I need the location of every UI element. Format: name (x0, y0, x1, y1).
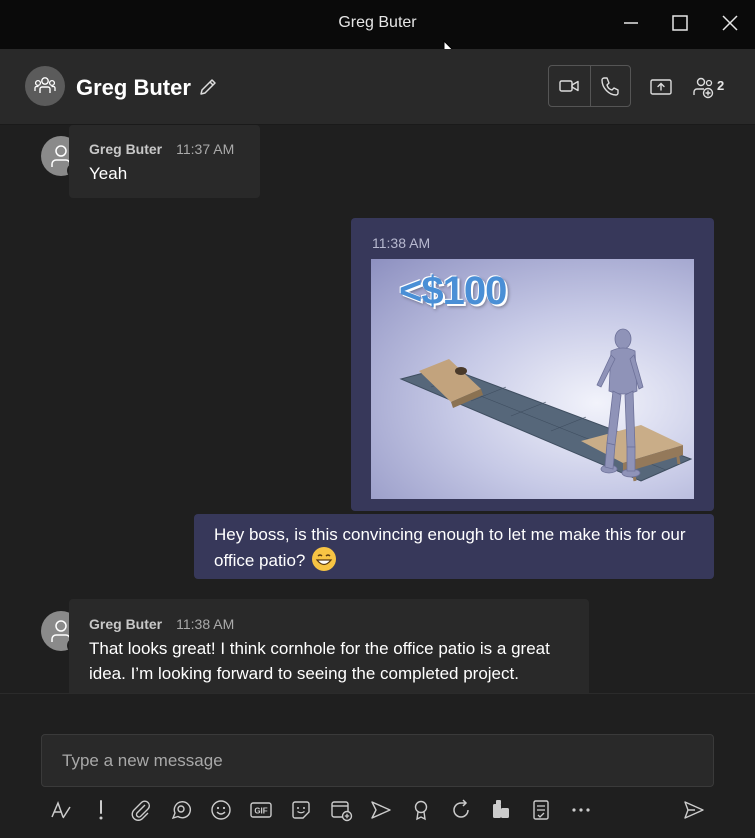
audio-call-icon[interactable] (599, 75, 621, 97)
people-icon[interactable] (692, 75, 716, 99)
svg-text:GIF: GIF (254, 807, 267, 816)
gif-icon[interactable]: GIF (249, 798, 273, 822)
praise-icon[interactable] (409, 798, 433, 822)
message-bubble[interactable]: Hey boss, is this convincing enough to l… (194, 514, 714, 579)
message-text-container: Hey boss, is this convincing enough to l… (214, 522, 694, 573)
message-text: That looks great! I think cornhole for t… (89, 639, 550, 683)
grinning-face-emoji-icon (312, 547, 337, 571)
share-screen-icon[interactable] (649, 75, 673, 99)
attached-image[interactable]: <$100 (371, 259, 694, 499)
close-icon (722, 15, 738, 31)
composer: GIF (0, 693, 755, 838)
schedule-meeting-icon[interactable] (329, 798, 353, 822)
sender-name: Greg Buter (89, 616, 163, 632)
video-call-icon[interactable] (558, 75, 580, 97)
image-caption-text: <$100 (399, 269, 507, 313)
attach-icon[interactable] (129, 798, 153, 822)
call-button-group (548, 65, 631, 107)
message-input[interactable] (41, 734, 714, 787)
message-text: Hey boss, is this convincing enough to l… (214, 525, 686, 570)
message-time: 11:38 AM (372, 235, 431, 251)
send-icon[interactable] (682, 798, 706, 822)
participant-count: 2 (717, 78, 725, 93)
message-bubble[interactable]: Greg Buter 11:37 AM Yeah (69, 125, 260, 198)
message-bubble[interactable]: Greg Buter 11:38 AM That looks great! I t… (69, 599, 589, 693)
maximize-icon (672, 15, 688, 31)
refresh-icon[interactable] (449, 798, 473, 822)
message-text: Yeah (89, 164, 128, 183)
chat-header: Greg Buter 2 (0, 49, 755, 125)
chat-title: Greg Buter (76, 75, 191, 100)
maximize-button[interactable] (669, 12, 691, 34)
message-time: 11:37 AM (176, 141, 235, 157)
sticker-icon[interactable] (289, 798, 313, 822)
message-meta: Greg Buter 11:37 AM (89, 141, 234, 159)
close-button[interactable] (719, 12, 741, 34)
priority-icon[interactable] (89, 798, 113, 822)
stream-icon[interactable] (369, 798, 393, 822)
edit-pencil-icon[interactable] (197, 76, 219, 98)
more-options-icon[interactable] (569, 798, 593, 822)
message-meta: Greg Buter 11:38 AM (89, 616, 234, 634)
format-icon[interactable] (49, 798, 73, 822)
emoji-icon[interactable] (209, 798, 233, 822)
message-list: Greg Buter 11:37 AM Yeah 11:38 AM <$100 … (0, 125, 755, 693)
sender-name: Greg Buter (89, 141, 163, 157)
approvals-icon[interactable] (529, 798, 553, 822)
apps-icon[interactable] (489, 798, 513, 822)
group-people-icon (34, 77, 56, 93)
loop-icon[interactable] (169, 798, 193, 822)
title-bar: Greg Buter (0, 0, 755, 49)
group-avatar[interactable] (25, 66, 65, 106)
minimize-button[interactable] (620, 12, 642, 34)
message-time: 11:38 AM (176, 616, 235, 632)
call-divider (590, 66, 591, 106)
minimize-icon (624, 22, 638, 24)
